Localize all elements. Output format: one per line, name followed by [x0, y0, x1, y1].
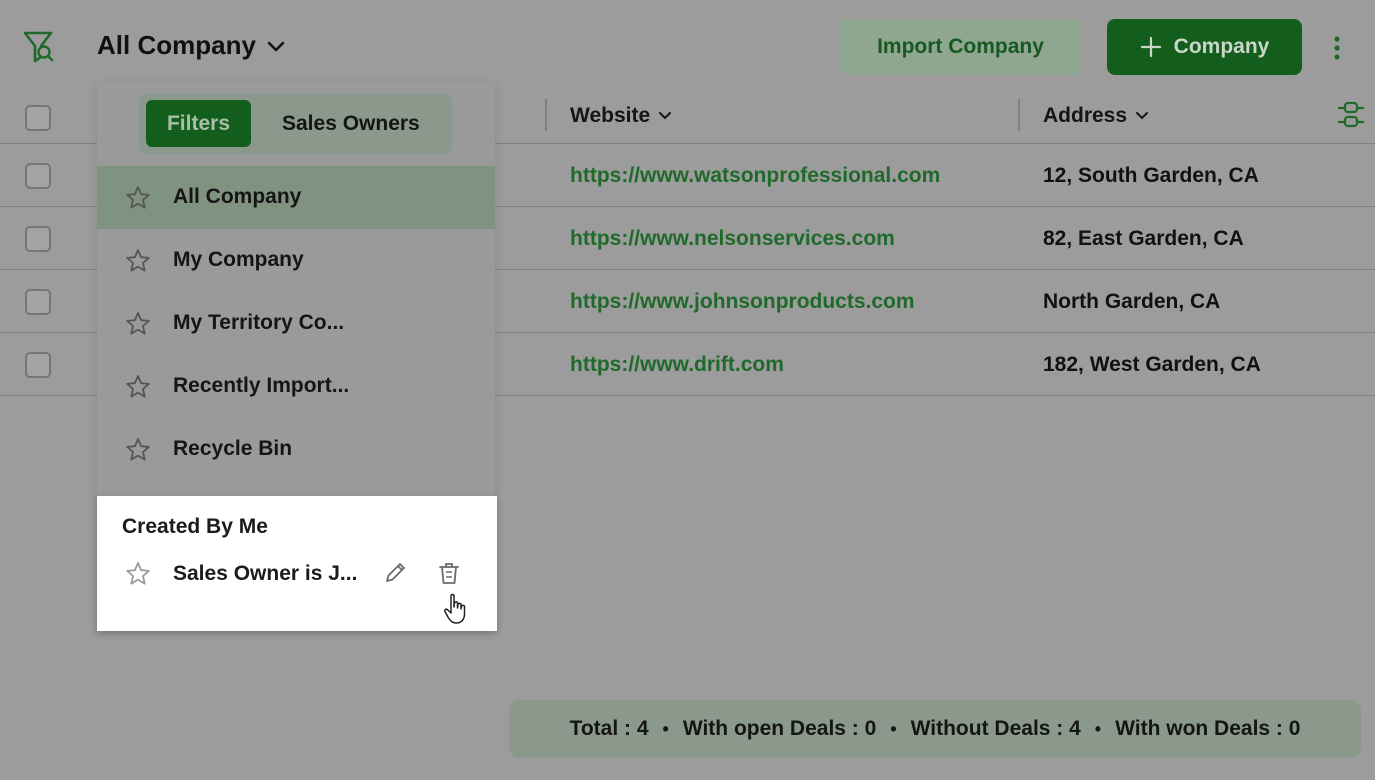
view-item-label: My Company — [173, 248, 304, 271]
trash-icon[interactable] — [435, 559, 463, 587]
summary-open-deals: With open Deals : 0 — [682, 717, 877, 740]
website-link[interactable]: https://www.watsonprofessional.com — [570, 164, 940, 188]
plus-icon — [1140, 36, 1161, 58]
view-item-all-company[interactable]: All Company — [97, 166, 495, 229]
view-item-label: My Territory Co... — [173, 311, 345, 334]
address-cell: 182, West Garden, CA — [1043, 353, 1261, 376]
add-company-label: Company — [1173, 35, 1270, 58]
separator-dot: • — [890, 718, 897, 739]
row-checkbox[interactable] — [25, 163, 51, 189]
summary-without-deals: Without Deals : 4 — [910, 717, 1081, 740]
view-item-label: Recently Import... — [173, 374, 350, 397]
view-title-label: All Company — [97, 30, 256, 60]
import-company-label: Import Company — [877, 35, 1044, 58]
summary-bar: Total : 4 • With open Deals : 0 • Withou… — [509, 700, 1361, 758]
view-selector[interactable]: All Company — [97, 30, 286, 61]
filter-view-icon[interactable] — [22, 30, 54, 64]
star-icon[interactable] — [124, 373, 152, 401]
column-header-address[interactable]: Address — [1043, 104, 1149, 128]
summary-total: Total : 4 — [569, 717, 649, 740]
chevron-down-icon — [659, 112, 672, 120]
view-item-recently-imported[interactable]: Recently Import... — [97, 355, 495, 418]
pencil-icon[interactable] — [381, 559, 409, 587]
star-icon[interactable] — [124, 560, 152, 588]
row-checkbox[interactable] — [25, 226, 51, 252]
view-item-my-territory[interactable]: My Territory Co... — [97, 292, 495, 355]
created-by-me-section: Created By Me Sales Owner is J... — [97, 496, 497, 631]
section-title: Created By Me — [122, 515, 268, 538]
separator-dot: • — [1094, 718, 1102, 739]
hand-cursor-icon — [444, 593, 466, 624]
website-link[interactable]: https://www.johnsonproducts.com — [570, 290, 915, 314]
view-item-label: All Company — [173, 185, 302, 208]
separator-dot: • — [662, 718, 669, 739]
address-cell: North Garden, CA — [1043, 290, 1221, 313]
add-company-button[interactable]: Company — [1107, 19, 1302, 75]
column-header-website[interactable]: Website — [570, 104, 672, 128]
summary-won-deals: With won Deals : 0 — [1115, 717, 1301, 740]
select-all-checkbox[interactable] — [25, 105, 51, 131]
view-item-recycle-bin[interactable]: Recycle Bin — [97, 418, 495, 481]
star-icon[interactable] — [124, 247, 152, 275]
chevron-down-icon — [1136, 112, 1149, 120]
row-checkbox[interactable] — [25, 289, 51, 315]
tab-sales-owners[interactable]: Sales Owners — [282, 112, 420, 136]
star-icon[interactable] — [124, 184, 152, 212]
row-checkbox[interactable] — [25, 352, 51, 378]
star-icon[interactable] — [124, 436, 152, 464]
view-item-my-company[interactable]: My Company — [97, 229, 495, 292]
chevron-down-icon — [267, 41, 285, 52]
column-header-label: Website — [570, 104, 651, 127]
more-vertical-icon[interactable] — [1328, 34, 1346, 62]
view-item-label: Recycle Bin — [173, 437, 293, 460]
website-link[interactable]: https://www.nelsonservices.com — [570, 227, 895, 251]
column-divider[interactable] — [545, 99, 547, 131]
saved-filter-item[interactable]: Sales Owner is J... — [173, 562, 357, 586]
tab-filters[interactable]: Filters — [146, 100, 251, 147]
star-icon[interactable] — [124, 310, 152, 338]
address-cell: 12, South Garden, CA — [1043, 164, 1259, 187]
dropdown-tab-switch: Filters Sales Owners — [139, 94, 452, 154]
address-cell: 82, East Garden, CA — [1043, 227, 1244, 250]
column-divider[interactable] — [1018, 99, 1020, 131]
website-link[interactable]: https://www.drift.com — [570, 353, 784, 377]
column-header-label: Address — [1043, 104, 1128, 127]
import-company-button[interactable]: Import Company — [839, 19, 1082, 75]
column-settings-icon[interactable] — [1336, 100, 1366, 130]
